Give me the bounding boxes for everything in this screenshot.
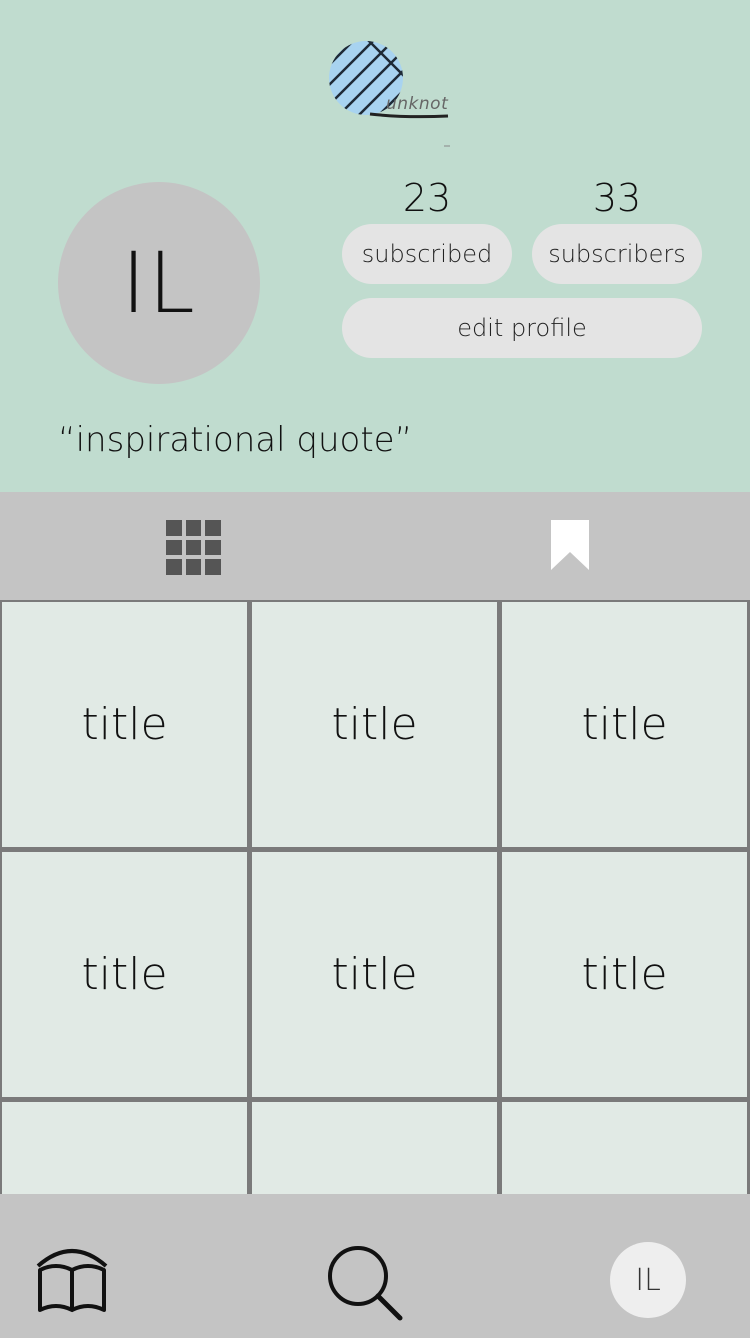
- post-tile[interactable]: title: [2, 852, 247, 1097]
- post-tile[interactable]: [2, 1102, 247, 1196]
- subscribed-button[interactable]: subscribed: [342, 224, 512, 284]
- profile-tab-bar: [0, 492, 750, 600]
- subscribers-count: 33: [592, 176, 642, 220]
- post-tile[interactable]: title: [252, 602, 497, 847]
- grid-icon[interactable]: [166, 520, 221, 575]
- logo-icon: [329, 41, 450, 147]
- profile-avatar[interactable]: IL: [58, 182, 260, 384]
- profile-quote: “inspirational quote”: [58, 420, 413, 460]
- post-tile[interactable]: [502, 1102, 747, 1196]
- edit-profile-button[interactable]: edit profile: [342, 298, 702, 358]
- search-icon[interactable]: [326, 1244, 404, 1322]
- logo-text: unknot: [386, 94, 449, 114]
- post-tile[interactable]: [252, 1102, 497, 1196]
- post-tile[interactable]: title: [502, 602, 747, 847]
- post-tile[interactable]: title: [252, 852, 497, 1097]
- book-icon[interactable]: [32, 1240, 112, 1316]
- subscribers-button[interactable]: subscribers: [532, 224, 702, 284]
- post-tile[interactable]: title: [2, 602, 247, 847]
- post-tile[interactable]: title: [502, 852, 747, 1097]
- posts-grid: title title title title title title: [0, 600, 750, 1196]
- subscribed-count: 23: [402, 176, 452, 220]
- bookmark-icon[interactable]: [550, 520, 590, 570]
- profile-header: unknot IL 23 33 subscribed subscribers e…: [0, 0, 750, 492]
- nav-profile-avatar[interactable]: IL: [610, 1242, 686, 1318]
